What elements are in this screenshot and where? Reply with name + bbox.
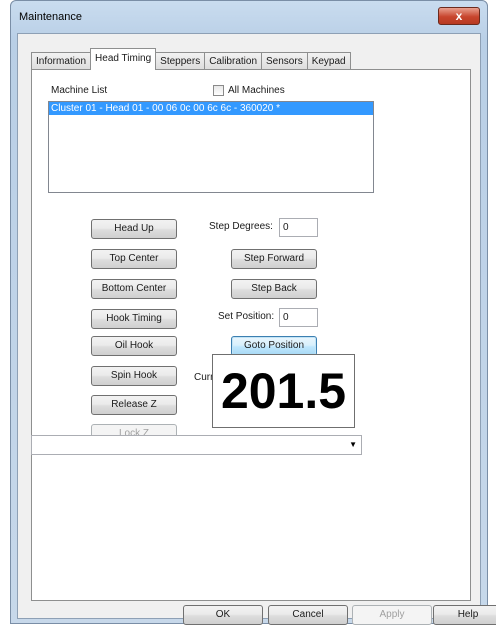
ok-button[interactable]: OK [183,605,263,625]
tab-sensors[interactable]: Sensors [261,52,308,70]
panel-overlay: 201.5 ▼ [31,69,471,601]
tab-information[interactable]: Information [31,52,92,70]
cancel-button[interactable]: Cancel [268,605,348,625]
window-title: Maintenance [19,11,82,23]
tab-steppers[interactable]: Steppers [155,52,206,70]
z-position-display: 201.5 [212,354,355,428]
tab-strip: Information Head Timing Steppers Calibra… [31,48,351,70]
title-bar[interactable]: Maintenance x [11,1,487,35]
tab-keypad[interactable]: Keypad [306,52,351,70]
close-button[interactable]: x [438,7,480,25]
chevron-down-icon[interactable]: ▼ [349,440,357,449]
tab-head-timing[interactable]: Head Timing [90,48,157,70]
maintenance-window: Maintenance x Information Head Timing St… [10,0,496,625]
help-button[interactable]: Help [433,605,496,625]
dialog-client-area: Information Head Timing Steppers Calibra… [17,33,496,625]
z-position-value: 201.5 [220,363,347,419]
apply-button[interactable]: Apply [352,605,432,625]
tab-calibration[interactable]: Calibration [204,52,263,70]
status-combo[interactable]: ▼ [31,435,362,455]
